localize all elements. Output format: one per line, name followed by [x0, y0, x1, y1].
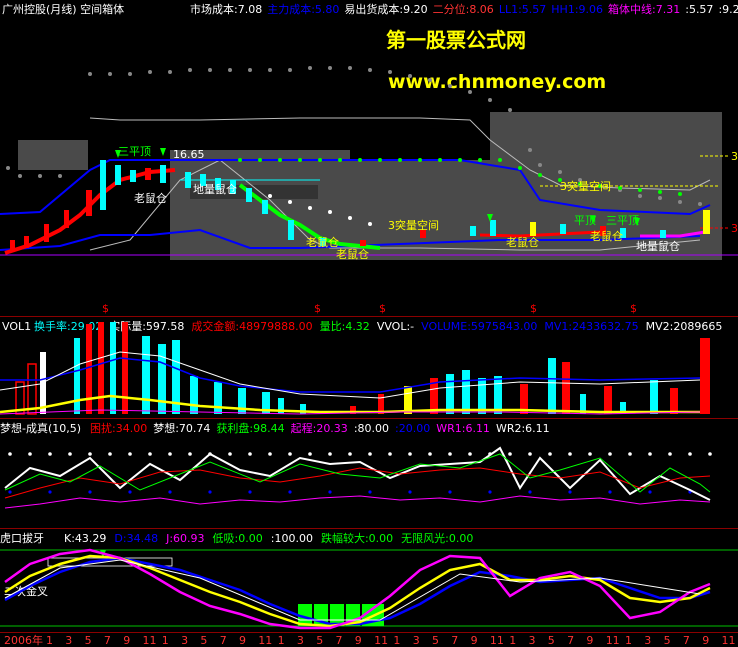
label-san-ping-ding-2: 三平顶: [606, 214, 639, 227]
x-axis-label: 1: [161, 634, 169, 647]
x-axis-label: 7: [219, 634, 227, 647]
x-axis-label: 11: [721, 634, 736, 647]
dream-chart[interactable]: [0, 418, 738, 528]
x-axis-label: 3: [65, 634, 73, 647]
label-tu-liang-kong-jian: 3突量空间: [388, 219, 439, 232]
x-axis-label: 11: [142, 634, 157, 647]
x-axis-label: 9: [354, 634, 362, 647]
x-axis-label: 1: [277, 634, 285, 647]
x-axis-label: 11: [258, 634, 273, 647]
x-axis-label: 9: [470, 634, 478, 647]
x-axis-label: 5: [547, 634, 555, 647]
x-axis-label: 3: [644, 634, 652, 647]
dream-dots-blue: [8, 490, 692, 494]
box-zone: [18, 140, 88, 170]
label-tu-liang-kong-jian-2: 3突量空间: [560, 180, 611, 193]
dollar-marker: $: [314, 302, 321, 315]
x-axis-label: 2006年: [4, 634, 43, 647]
x-axis-label: 3: [181, 634, 189, 647]
vol-ma-blue: [0, 357, 701, 393]
dream-magenta-line: [4, 495, 711, 509]
x-axis-label: 5: [663, 634, 671, 647]
separator-kdj-axis: [0, 632, 738, 633]
dollar-marker: $: [530, 302, 537, 315]
volume-bars: [15, 322, 710, 415]
volume-chart[interactable]: [0, 318, 738, 418]
separator-main-vol: [0, 316, 738, 317]
x-axis-label: 1: [509, 634, 517, 647]
label-ping-ding: 平顶: [574, 214, 596, 227]
x-axis-label: 1: [393, 634, 401, 647]
price-high-label: 16.65: [173, 148, 205, 161]
x-axis-label: 11: [374, 634, 389, 647]
x-axis-label: 9: [702, 634, 710, 647]
dream-green-line: [4, 453, 711, 493]
x-axis-label: 3: [296, 634, 304, 647]
x-axis-label: 5: [84, 634, 92, 647]
x-axis-label: 7: [451, 634, 459, 647]
label-lao-shu-cang-3: 老鼠仓: [336, 248, 369, 261]
x-axis-label: 1: [46, 634, 53, 647]
x-axis-label: 7: [567, 634, 575, 647]
x-axis-label: 7: [335, 634, 343, 647]
label-di-liang-shu-cang-2: 地量鼠仓: [636, 240, 680, 253]
x-axis-label: 9: [239, 634, 246, 647]
label-lao-shu-cang-2: 老鼠仓: [306, 236, 339, 249]
x-axis-label: 11: [605, 634, 620, 647]
dollar-marker: $: [379, 302, 386, 315]
x-axis-label: 11: [489, 634, 504, 647]
label-lao-shu-cang: 老鼠仓: [134, 192, 167, 205]
dollar-marker: $: [630, 302, 637, 315]
x-axis-label: 9: [586, 634, 594, 647]
x-axis-label: 5: [200, 634, 208, 647]
x-axis-label: 3: [412, 634, 420, 647]
x-axis-label: 9: [123, 634, 131, 647]
dollar-marker: $: [102, 302, 109, 315]
x-axis-label: 7: [103, 634, 111, 647]
x-axis: 2006年 1 3 5 7 9 11 1 3 5 7 9 11 1 3 5 7 9 11 1 3 5 7 9 11 1 3 5 7 9 11…: [0, 634, 738, 647]
label-di-liang-shu-cang: 地量鼠仓: [193, 183, 237, 196]
label-san-ping-ding: 三平顶: [118, 145, 151, 158]
main-price-chart[interactable]: [0, 0, 738, 316]
label-lao-shu-cang-4: 老鼠仓: [506, 236, 539, 249]
x-axis-label: 5: [316, 634, 324, 647]
x-axis-label: 3: [528, 634, 536, 647]
kdj-chart[interactable]: [0, 528, 738, 632]
dream-dots-white: [8, 452, 712, 456]
x-axis-label: 1: [625, 634, 632, 647]
label-lao-shu-cang-5: 老鼠仓: [590, 230, 623, 243]
label-level-3-yellow: 3: [731, 150, 738, 163]
label-level-3-red: 3: [731, 222, 738, 235]
x-axis-label: 7: [682, 634, 690, 647]
vol-ma-white: [0, 351, 701, 399]
x-axis-label: 5: [432, 634, 439, 647]
